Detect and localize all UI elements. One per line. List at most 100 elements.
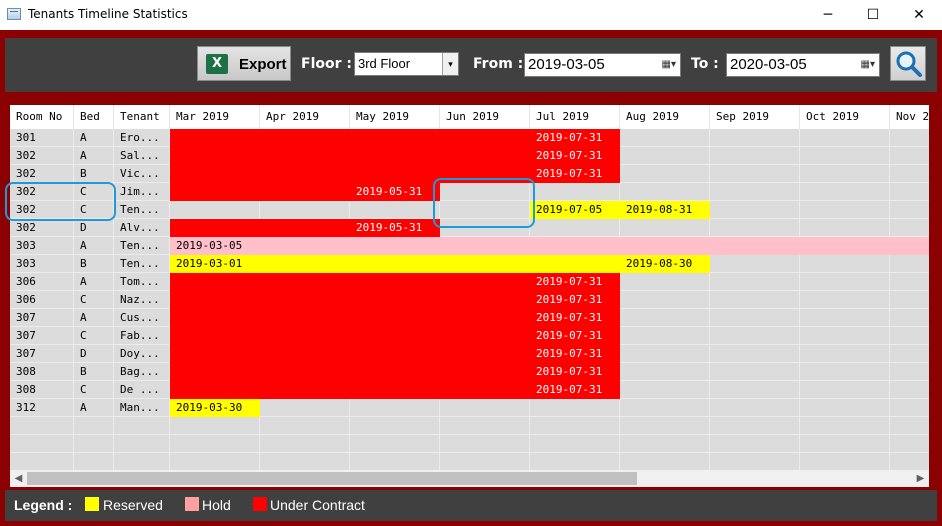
timeline-cell[interactable] bbox=[620, 129, 710, 147]
timeline-cell[interactable] bbox=[440, 363, 530, 381]
minimize-button[interactable]: ─ bbox=[805, 0, 851, 30]
timeline-cell[interactable] bbox=[350, 363, 440, 381]
timeline-cell[interactable] bbox=[170, 219, 260, 237]
timeline-cell[interactable] bbox=[800, 201, 890, 219]
timeline-cell[interactable] bbox=[350, 327, 440, 345]
table-row[interactable]: 301 A Ero... 2019-07-31 bbox=[10, 129, 929, 147]
timeline-cell[interactable]: 2019-07-31 bbox=[530, 345, 620, 363]
timeline-cell[interactable] bbox=[890, 129, 929, 147]
timeline-cell[interactable] bbox=[800, 237, 890, 255]
timeline-cell[interactable] bbox=[800, 129, 890, 147]
timeline-cell[interactable] bbox=[710, 309, 800, 327]
timeline-cell[interactable] bbox=[350, 291, 440, 309]
timeline-cell[interactable] bbox=[260, 183, 350, 201]
timeline-cell[interactable]: 2019-07-31 bbox=[530, 291, 620, 309]
table-row[interactable]: 302 A Sal... 2019-07-31 bbox=[10, 147, 929, 165]
timeline-cell[interactable]: 2019-07-31 bbox=[530, 309, 620, 327]
search-button[interactable] bbox=[890, 46, 926, 81]
timeline-cell[interactable] bbox=[260, 237, 350, 255]
timeline-cell[interactable] bbox=[350, 255, 440, 273]
timeline-cell[interactable] bbox=[620, 381, 710, 399]
timeline-cell[interactable] bbox=[800, 309, 890, 327]
table-row[interactable]: 303 B Ten... 2019-03-01 2019-08-30 bbox=[10, 255, 929, 273]
timeline-cell[interactable] bbox=[620, 237, 710, 255]
timeline-cell[interactable] bbox=[530, 219, 620, 237]
timeline-cell[interactable] bbox=[170, 381, 260, 399]
timeline-cell[interactable] bbox=[170, 201, 260, 219]
timeline-cell[interactable] bbox=[260, 381, 350, 399]
timeline-cell[interactable] bbox=[530, 237, 620, 255]
timeline-cell[interactable] bbox=[350, 165, 440, 183]
timeline-cell[interactable] bbox=[350, 237, 440, 255]
table-row[interactable]: 307 C Fab... 2019-07-31 bbox=[10, 327, 929, 345]
timeline-cell[interactable] bbox=[260, 399, 350, 417]
timeline-cell[interactable]: 2019-07-31 bbox=[530, 147, 620, 165]
close-button[interactable]: ✕ bbox=[896, 0, 942, 30]
timeline-cell[interactable]: 2019-07-05 bbox=[530, 201, 620, 219]
timeline-cell[interactable] bbox=[710, 237, 800, 255]
timeline-cell[interactable]: 2019-03-05 bbox=[170, 237, 260, 255]
timeline-cell[interactable] bbox=[530, 255, 620, 273]
timeline-cell[interactable] bbox=[890, 237, 929, 255]
table-row[interactable]: 312 A Man... 2019-03-30 bbox=[10, 399, 929, 417]
timeline-cell[interactable] bbox=[620, 399, 710, 417]
timeline-cell[interactable] bbox=[620, 345, 710, 363]
timeline-cell[interactable] bbox=[260, 345, 350, 363]
calendar-icon[interactable]: ▦▾ bbox=[861, 59, 875, 70]
table-row[interactable]: 308 B Bag... 2019-07-31 bbox=[10, 363, 929, 381]
timeline-cell[interactable]: 2019-07-31 bbox=[530, 327, 620, 345]
timeline-cell[interactable] bbox=[620, 219, 710, 237]
floor-select[interactable]: 3rd Floor ▾ bbox=[354, 52, 459, 76]
timeline-cell[interactable] bbox=[170, 291, 260, 309]
timeline-cell[interactable] bbox=[170, 147, 260, 165]
timeline-cell[interactable]: 2019-03-30 bbox=[170, 399, 260, 417]
timeline-cell[interactable] bbox=[800, 219, 890, 237]
timeline-cell[interactable] bbox=[800, 147, 890, 165]
horizontal-scrollbar[interactable]: ◀ ▶ bbox=[10, 470, 929, 487]
from-date-picker[interactable]: 2019-03-05 ▦▾ bbox=[524, 53, 681, 77]
timeline-cell[interactable]: 2019-07-31 bbox=[530, 273, 620, 291]
timeline-cell[interactable] bbox=[710, 129, 800, 147]
timeline-cell[interactable] bbox=[890, 147, 929, 165]
table-row[interactable]: 307 D Doy... 2019-07-31 bbox=[10, 345, 929, 363]
timeline-cell[interactable] bbox=[260, 219, 350, 237]
timeline-cell[interactable]: 2019-07-31 bbox=[530, 165, 620, 183]
timeline-cell[interactable] bbox=[890, 165, 929, 183]
timeline-cell[interactable] bbox=[620, 309, 710, 327]
table-row[interactable]: 308 C De ... 2019-07-31 bbox=[10, 381, 929, 399]
timeline-cell[interactable] bbox=[620, 291, 710, 309]
timeline-cell[interactable] bbox=[800, 165, 890, 183]
timeline-cell[interactable] bbox=[800, 183, 890, 201]
timeline-cell[interactable] bbox=[800, 399, 890, 417]
timeline-cell[interactable] bbox=[350, 147, 440, 165]
timeline-cell[interactable] bbox=[260, 363, 350, 381]
timeline-cell[interactable] bbox=[710, 255, 800, 273]
timeline-cell[interactable]: 2019-08-30 bbox=[620, 255, 710, 273]
timeline-cell[interactable] bbox=[890, 363, 929, 381]
timeline-cell[interactable] bbox=[620, 183, 710, 201]
timeline-cell[interactable] bbox=[710, 363, 800, 381]
timeline-cell[interactable] bbox=[710, 381, 800, 399]
timeline-cell[interactable] bbox=[440, 381, 530, 399]
timeline-cell[interactable] bbox=[260, 309, 350, 327]
timeline-cell[interactable] bbox=[530, 183, 620, 201]
timeline-cell[interactable] bbox=[440, 345, 530, 363]
timeline-cell[interactable]: 2019-07-31 bbox=[530, 129, 620, 147]
timeline-cell[interactable] bbox=[890, 345, 929, 363]
timeline-cell[interactable] bbox=[440, 129, 530, 147]
table-row[interactable]: 306 C Naz... 2019-07-31 bbox=[10, 291, 929, 309]
timeline-cell[interactable] bbox=[890, 381, 929, 399]
timeline-cell[interactable] bbox=[710, 399, 800, 417]
timeline-cell[interactable]: 2019-07-31 bbox=[530, 381, 620, 399]
timeline-cell[interactable] bbox=[620, 165, 710, 183]
scroll-left-icon[interactable]: ◀ bbox=[10, 470, 27, 487]
timeline-cell[interactable] bbox=[260, 327, 350, 345]
timeline-cell[interactable] bbox=[800, 291, 890, 309]
timeline-cell[interactable] bbox=[890, 291, 929, 309]
timeline-cell[interactable] bbox=[890, 255, 929, 273]
timeline-cell[interactable] bbox=[710, 183, 800, 201]
timeline-cell[interactable] bbox=[620, 327, 710, 345]
timeline-cell[interactable] bbox=[260, 255, 350, 273]
timeline-cell[interactable] bbox=[440, 147, 530, 165]
to-date-picker[interactable]: 2020-03-05 ▦▾ bbox=[726, 53, 880, 77]
